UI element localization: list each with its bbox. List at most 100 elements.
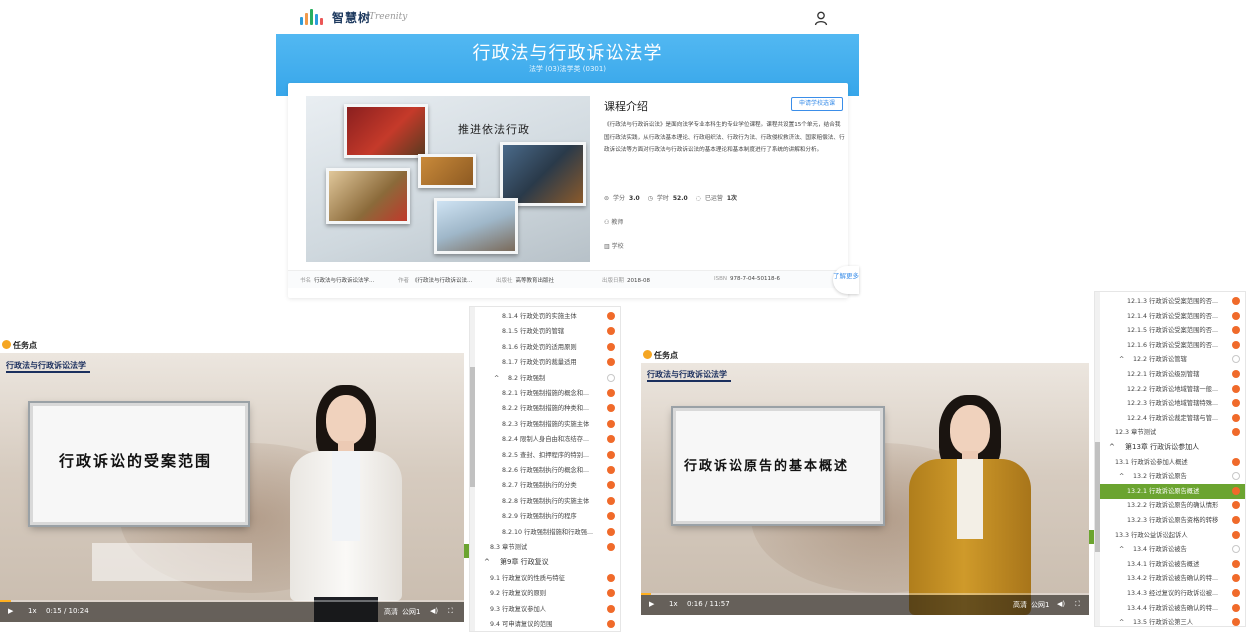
lesson-item[interactable]: 13.4.4 行政诉讼被告确认的特... [1095,601,1245,616]
fullscreen-icon[interactable]: ⛶ [448,607,453,616]
lesson-item[interactable]: 13.2.2 行政诉讼原告的确认情形 [1095,498,1245,513]
book-name-value: 行政法与行政诉讼法学... [314,278,375,284]
task-status-icon [607,589,615,598]
cover-photo-building [434,198,518,254]
task-status-icon [607,435,615,444]
lesson-item[interactable]: 8.2.1 行政强制措施的概念和... [470,386,620,401]
item-label: 12.1.5 行政诉讼受案范围的否... [1127,327,1219,335]
lesson-item[interactable]: 12.2.3 行政诉讼地域管辖特殊... [1095,396,1245,411]
lesson-item[interactable]: 12.3 章节测试 [1095,425,1245,440]
lesson-item[interactable]: 8.1.4 行政处罚的实施主体 [470,309,620,324]
book-author-label: 作者 [398,278,410,284]
expand-caret-icon[interactable]: ^ [484,555,490,570]
chapter-heading[interactable]: ^ 第9章 行政复议 [470,555,620,570]
cover-photo-gavel [418,154,476,188]
lesson-item[interactable]: 13.3 行政公益诉讼起诉人 [1095,528,1245,543]
item-label: 第13章 行政诉讼参加人 [1125,443,1200,451]
lesson-item[interactable]: 9.2 行政复议的原则 [470,586,620,601]
lesson-item[interactable]: 12.1.4 行政诉讼受案范围的否... [1095,309,1245,324]
quality-button[interactable]: 高清 [1013,600,1027,610]
lesson-item[interactable]: 12.1.5 行政诉讼受案范围的否... [1095,323,1245,338]
learn-more-button[interactable]: 了解更多 [833,266,859,294]
lesson-item[interactable]: 9.3 行政复议参加人 [470,602,620,617]
speed-button[interactable]: 1x [28,607,37,615]
site-header: 智慧树 Treenity [276,0,859,34]
lesson-item[interactable]: 8.1.5 行政处罚的管辖 [470,324,620,339]
video-screen[interactable]: 行政法与行政诉讼法学 行政诉讼原告的基本概述 ▶ 1x 0:16 / 11:57… [641,363,1089,615]
lesson-item[interactable]: 13.2.3 行政诉讼原告资格的转移 [1095,513,1245,528]
speed-button[interactable]: 1x [669,600,678,608]
item-label: 13.4.2 行政诉讼被告确认的特... [1127,575,1219,583]
cover-photo-court [500,142,586,206]
logo-text[interactable]: 智慧树 [332,9,371,26]
lesson-item[interactable]: 12.1.6 行政诉讼受案范围的否... [1095,338,1245,353]
teacher-row[interactable]: ⚇ 教师 [604,217,623,226]
lesson-item[interactable]: 8.1.6 行政处罚的适用原则 [470,340,620,355]
lesson-item[interactable]: 13.2.1 行政诉讼原告概述 [1095,483,1245,499]
item-label: 12.2.4 行政诉讼裁定管辖与管... [1127,414,1219,422]
section-item[interactable]: ^ 13.5 行政诉讼第三人 [1095,615,1245,626]
lesson-item[interactable]: 8.3 章节测试 [470,540,620,555]
volume-icon[interactable]: ◀) [1057,600,1065,608]
book-publisher-label: 出版社 [496,278,513,284]
lesson-item[interactable]: 8.2.8 行政强制执行的实施主体 [470,494,620,509]
lesson-item[interactable]: 9.1 行政复议的性质与特征 [470,571,620,586]
lesson-item[interactable]: 13.1 行政诉讼参加人概述 [1095,455,1245,470]
quality-button[interactable]: 高清 [384,607,398,617]
lesson-item[interactable]: 8.2.9 行政强制执行的程序 [470,509,620,524]
item-label: 8.2.5 查封、扣押程序的特别... [502,451,589,459]
scrollbar-left[interactable] [470,307,475,631]
lesson-item[interactable]: 8.2.5 查封、扣押程序的特别... [470,448,620,463]
item-label: 13.2.3 行政诉讼原告资格的转移 [1127,517,1219,524]
lesson-item[interactable]: 8.1.7 行政处罚的裁量适用 [470,355,620,370]
task-status-icon [1232,384,1240,393]
task-status-icon [1232,559,1240,568]
task-status-icon [1232,311,1240,320]
clock-icon: ◷ [647,195,653,202]
task-status-icon [607,358,615,367]
lesson-item[interactable]: 12.1.3 行政诉讼受案范围的否... [1095,294,1245,309]
lesson-item[interactable]: 13.4.3 经过复议的行政诉讼被... [1095,586,1245,601]
expand-caret-icon[interactable]: ^ [1109,440,1115,455]
user-icon[interactable] [813,10,829,26]
video-screen[interactable]: 行政法与行政诉讼法学 行政诉讼的受案范围 ▶ 1x 0:15 / 10:24 高… [0,353,464,622]
expand-caret-icon[interactable]: ^ [494,371,499,386]
section-item[interactable]: ^ 8.2 行政强制 [470,371,620,386]
empty-status-icon [1232,545,1240,554]
route-button[interactable]: 公网1 [402,607,420,617]
section-item[interactable]: ^ 12.2 行政诉讼管辖 [1095,352,1245,367]
route-button[interactable]: 公网1 [1031,600,1049,610]
play-icon[interactable]: ▶ [649,600,654,608]
expand-caret-icon[interactable]: ^ [1119,615,1124,626]
apply-course-button[interactable]: 申请学校选课 [791,97,843,111]
lesson-item[interactable]: 13.4.1 行政诉讼被告概述 [1095,557,1245,572]
lesson-item[interactable]: 9.4 可申请复议的范围 [470,617,620,631]
lesson-item[interactable]: 8.2.2 行政强制措施的种类和... [470,401,620,416]
task-status-icon [607,404,615,413]
expand-caret-icon[interactable]: ^ [1119,542,1124,557]
section-item[interactable]: ^ 13.2 行政诉讼原告 [1095,469,1245,484]
volume-icon[interactable]: ◀) [430,607,438,615]
lesson-item[interactable]: 8.2.3 行政强制措施的实施主体 [470,417,620,432]
lesson-item[interactable]: 8.2.7 行政强制执行的分类 [470,478,620,493]
section-item[interactable]: ^ 13.4 行政诉讼被告 [1095,542,1245,557]
chapter-heading[interactable]: ^ 第13章 行政诉讼参加人 [1095,440,1245,455]
lesson-item[interactable]: 8.2.10 行政强制措施和行政强... [470,525,620,540]
lesson-item[interactable]: 12.2.4 行政诉讼裁定管辖与管... [1095,411,1245,426]
lesson-item[interactable]: 8.2.6 行政强制执行的概念和... [470,463,620,478]
lesson-item[interactable]: 8.2.4 限制人身自由和冻结存... [470,432,620,447]
school-row[interactable]: ▥ 学校 [604,241,624,250]
logo-bars-icon [300,9,326,25]
video-player-left: 任务点 行政法与行政诉讼法学 行政诉讼的受案范围 ▶ 1x 0:15 / 10:… [0,332,464,622]
lesson-item[interactable]: 12.2.2 行政诉讼地域管辖一般... [1095,382,1245,397]
video-watermark: 行政法与行政诉讼法学 [6,360,86,370]
fullscreen-icon[interactable]: ⛶ [1075,600,1080,609]
scrollbar-right[interactable] [1095,292,1100,626]
chapter-list-right: 12.1.3 行政诉讼受案范围的否... 12.1.4 行政诉讼受案范围的否...… [1094,291,1246,627]
expand-caret-icon[interactable]: ^ [1119,469,1124,484]
intro-text: 《行政法与行政诉讼法》是面向法学专业本科生的专业学位课程。课程共设置15个单元，… [604,122,845,153]
lesson-item[interactable]: 12.2.1 行政诉讼级别管辖 [1095,367,1245,382]
play-icon[interactable]: ▶ [8,607,13,615]
lesson-item[interactable]: 13.4.2 行政诉讼被告确认的特... [1095,571,1245,586]
expand-caret-icon[interactable]: ^ [1119,352,1124,367]
